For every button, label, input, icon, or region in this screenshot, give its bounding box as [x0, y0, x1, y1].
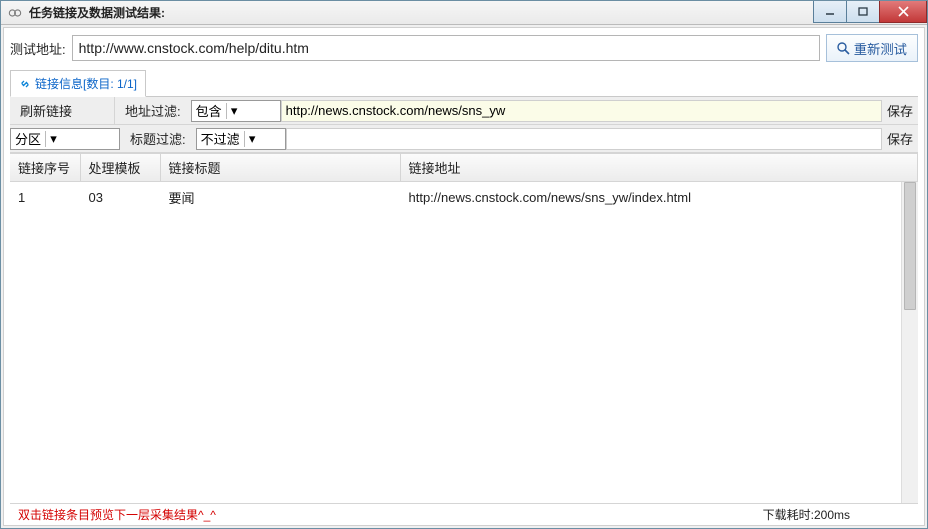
chevron-down-icon: ▾	[244, 131, 260, 147]
maximize-button[interactable]	[846, 1, 880, 23]
title-filter-save-button[interactable]: 保存	[882, 129, 918, 148]
addr-filter-label: 地址过滤:	[115, 101, 191, 120]
addr-filter-mode-value: 包含	[196, 101, 222, 120]
addr-filter-mode-combo[interactable]: 包含 ▾	[191, 100, 281, 122]
col-header-seq[interactable]: 链接序号	[10, 154, 80, 182]
partition-value: 分区	[15, 129, 41, 148]
titlebar: 任务链接及数据测试结果:	[1, 1, 927, 25]
filter-row-1: 刷新链接 地址过滤: 包含 ▾ 保存	[10, 97, 918, 125]
content-area: 测试地址: 重新测试 链接信息[数目: 1/1] 刷新链接 地址过滤:	[3, 27, 925, 526]
test-url-row: 测试地址: 重新测试	[10, 34, 918, 62]
col-header-title[interactable]: 链接标题	[160, 154, 400, 182]
refresh-links-button[interactable]: 刷新链接	[10, 101, 114, 120]
chevron-down-icon: ▾	[226, 103, 242, 119]
search-icon	[837, 42, 850, 55]
scrollbar-thumb[interactable]	[904, 182, 916, 310]
status-bar: 双击链接条目预览下一层采集结果^_^ 下载耗时:200ms	[10, 503, 918, 525]
close-button[interactable]	[879, 1, 927, 23]
link-icon	[19, 78, 31, 90]
tab-label: 链接信息[数目: 1/1]	[35, 75, 137, 92]
vertical-scrollbar[interactable]	[901, 182, 918, 503]
results-table: 链接序号 处理模板 链接标题 链接地址 1 03 要闻 http://news.…	[10, 154, 918, 213]
cell-template: 03	[80, 182, 160, 214]
addr-filter-save-button[interactable]: 保存	[882, 101, 918, 120]
filter-row-2: 分区 ▾ 标题过滤: 不过滤 ▾ 保存	[10, 125, 918, 153]
title-filter-mode-combo[interactable]: 不过滤 ▾	[196, 128, 286, 150]
tab-bar: 链接信息[数目: 1/1]	[10, 70, 918, 97]
col-header-url[interactable]: 链接地址	[400, 154, 918, 182]
window-title: 任务链接及数据测试结果:	[29, 4, 165, 21]
minimize-button[interactable]	[813, 1, 847, 23]
status-hint: 双击链接条目预览下一层采集结果^_^	[18, 506, 763, 523]
status-timing: 下载耗时:200ms	[763, 506, 850, 523]
cell-url: http://news.cnstock.com/news/sns_yw/inde…	[400, 182, 918, 214]
addr-filter-input[interactable]	[281, 100, 882, 122]
title-filter-input[interactable]	[286, 128, 882, 150]
window-controls	[814, 1, 927, 24]
partition-combo[interactable]: 分区 ▾	[10, 128, 120, 150]
title-filter-label: 标题过滤:	[120, 129, 196, 148]
col-header-template[interactable]: 处理模板	[80, 154, 160, 182]
tab-link-info[interactable]: 链接信息[数目: 1/1]	[10, 70, 146, 97]
table-row[interactable]: 1 03 要闻 http://news.cnstock.com/news/sns…	[10, 182, 918, 214]
app-icon	[5, 3, 25, 23]
cell-title: 要闻	[160, 182, 400, 214]
retest-label: 重新测试	[854, 39, 907, 58]
app-window: 任务链接及数据测试结果: 测试地址: 重新测试	[0, 0, 928, 529]
test-url-label: 测试地址:	[10, 39, 66, 58]
title-filter-mode-value: 不过滤	[201, 129, 240, 148]
results-table-wrap: 链接序号 处理模板 链接标题 链接地址 1 03 要闻 http://news.…	[10, 153, 918, 503]
retest-button[interactable]: 重新测试	[826, 34, 918, 62]
chevron-down-icon: ▾	[45, 131, 61, 147]
cell-seq: 1	[10, 182, 80, 214]
test-url-input[interactable]	[72, 35, 820, 61]
